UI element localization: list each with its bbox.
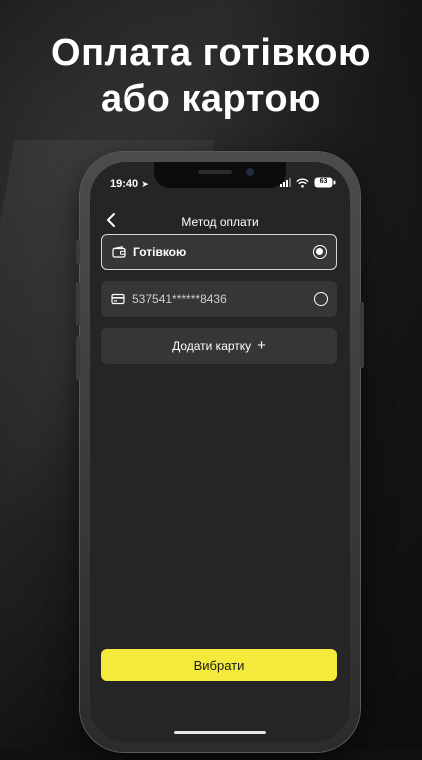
phone-volume-up: [76, 282, 80, 326]
payment-option-label: 537541******8436: [132, 292, 227, 306]
status-time: 19:40 ➤: [110, 178, 149, 190]
phone-frame: 19:40 ➤ 63 Метод оплати Готівкою 537541*…: [76, 152, 364, 752]
radio-unselected[interactable]: [314, 292, 328, 306]
speaker: [198, 170, 232, 174]
page-title: Метод оплати: [181, 215, 259, 229]
select-button-label: Вибрати: [193, 657, 245, 673]
payment-option-card[interactable]: 537541******8436: [101, 281, 337, 317]
add-card-button[interactable]: Додати картку +: [101, 328, 337, 364]
promo-headline: Оплата готівкою або картою: [0, 30, 422, 122]
camera: [246, 168, 254, 176]
headline-line-1: Оплата готівкою: [51, 32, 371, 74]
signal-icon: [280, 178, 291, 187]
phone-mute-switch: [76, 240, 80, 264]
notch: [154, 162, 286, 188]
wifi-icon: [296, 178, 309, 188]
plus-icon: +: [257, 337, 266, 354]
headline-line-2: або картою: [100, 78, 321, 120]
credit-card-icon: [111, 293, 125, 305]
home-indicator: [174, 731, 266, 734]
phone-volume-down: [76, 336, 80, 380]
add-card-label: Додати картку: [172, 339, 252, 353]
battery-icon: 63: [314, 177, 336, 188]
status-time-text: 19:40: [110, 178, 139, 190]
radio-selected[interactable]: [313, 245, 327, 259]
select-button[interactable]: Вибрати: [101, 649, 337, 681]
phone-power-button: [360, 302, 364, 368]
payment-option-cash[interactable]: Готівкою: [101, 234, 337, 270]
status-icons: 63: [280, 177, 336, 188]
payment-option-label: Готівкою: [133, 245, 187, 259]
battery-level: 63: [319, 178, 328, 185]
phone-screen: 19:40 ➤ 63 Метод оплати Готівкою 537541*…: [90, 162, 350, 742]
wallet-icon: [112, 246, 126, 258]
location-arrow-icon: ➤: [141, 179, 149, 189]
